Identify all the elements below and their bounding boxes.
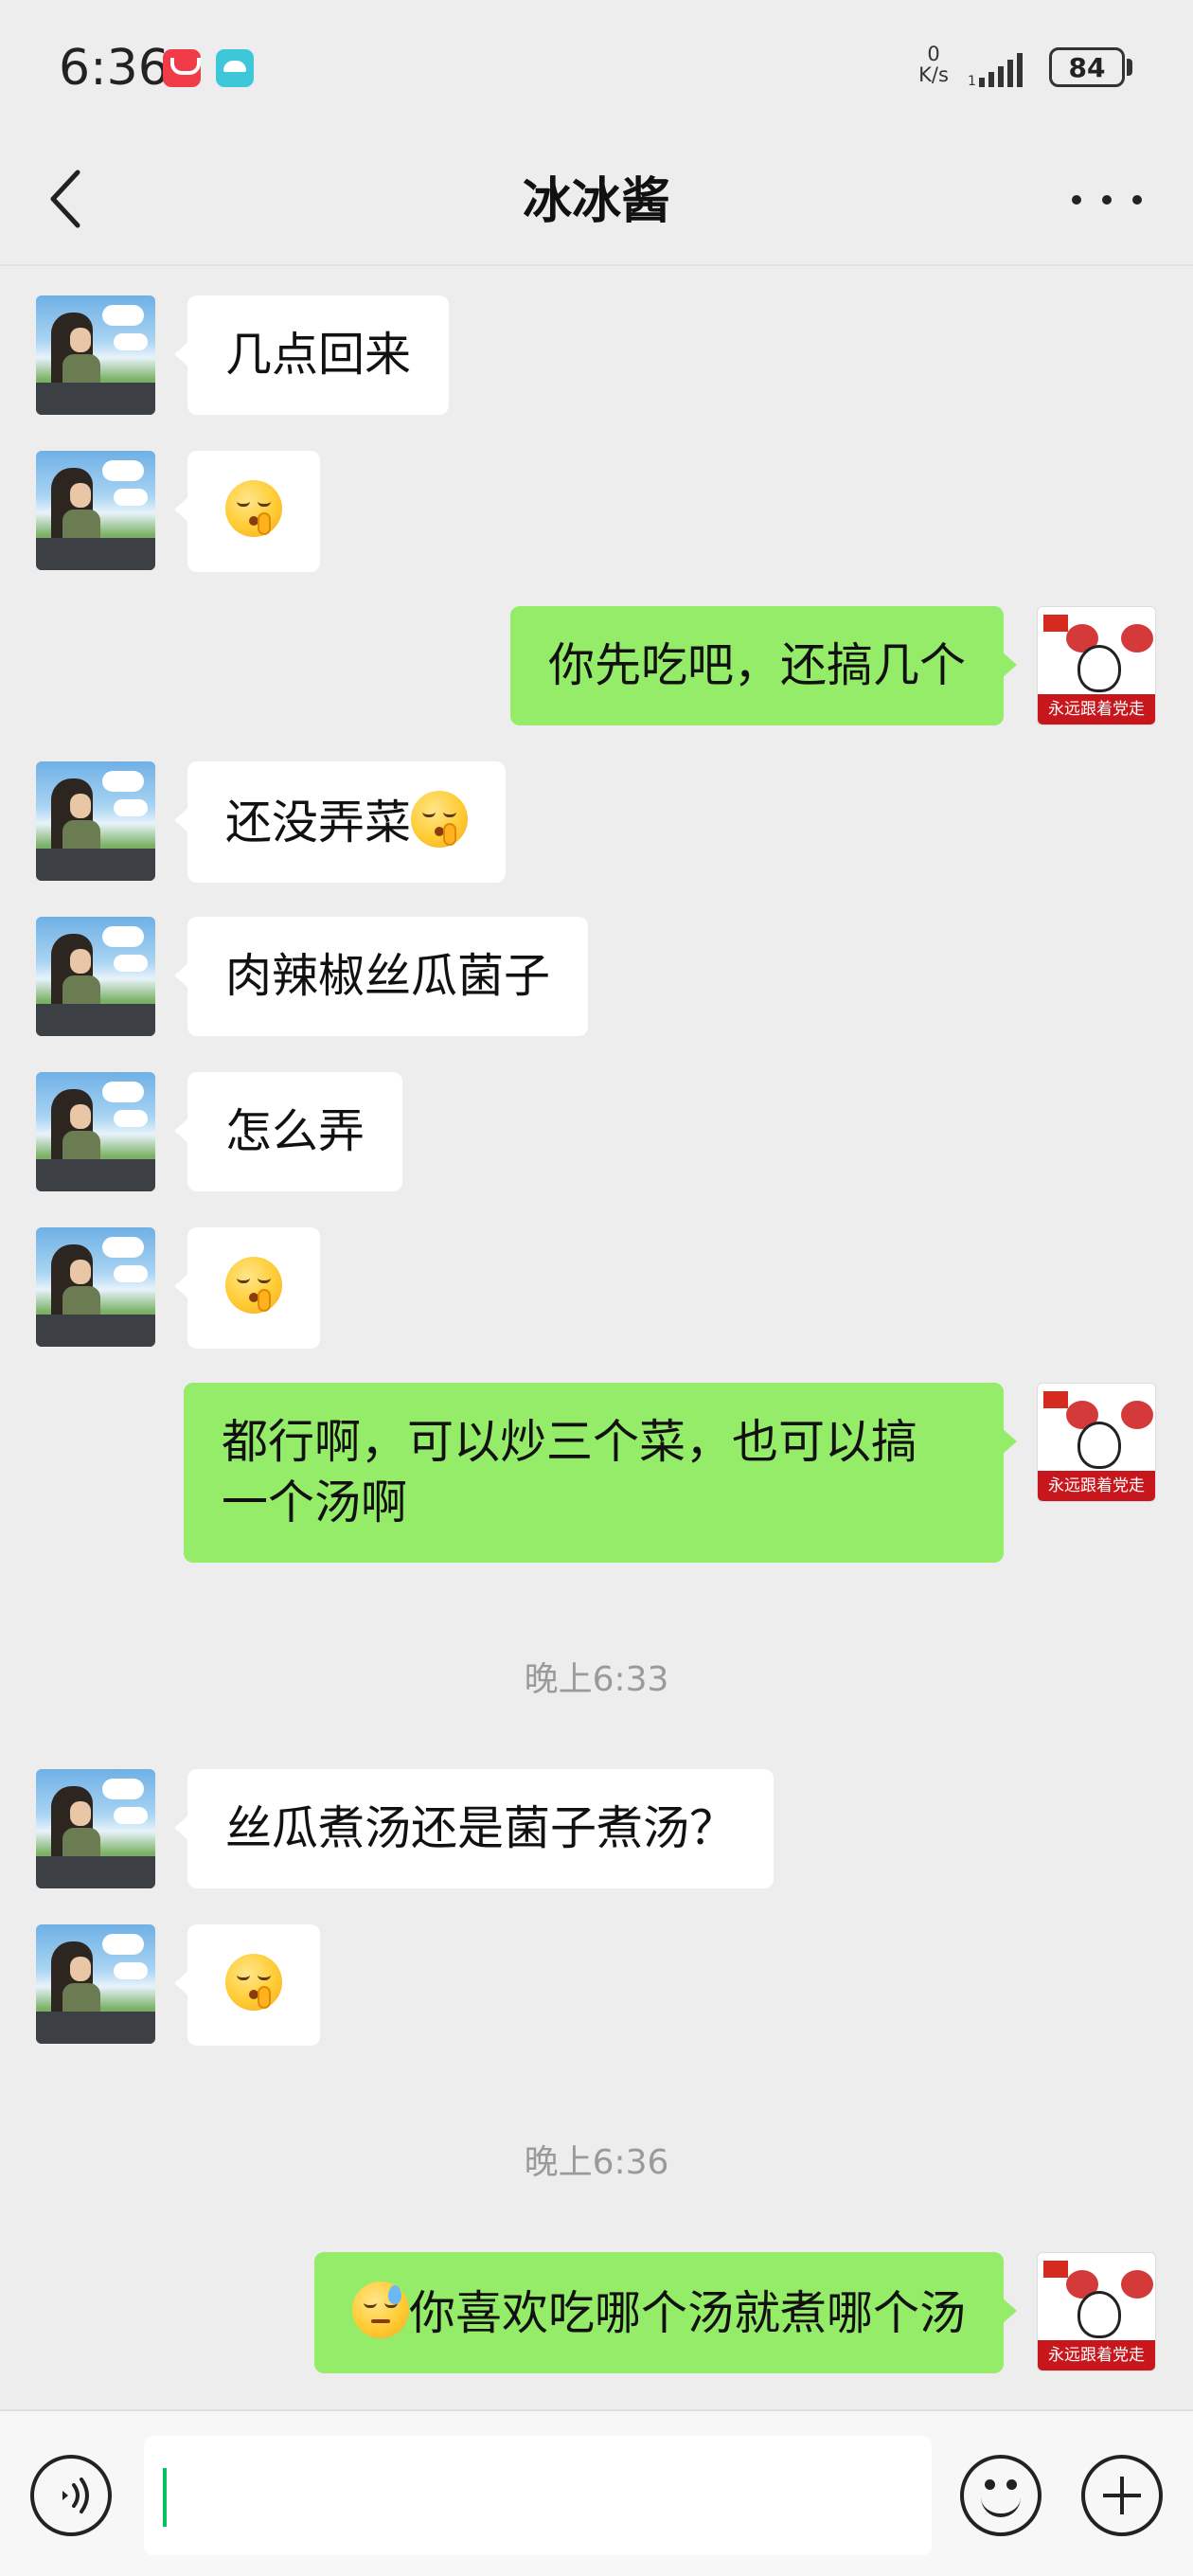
status-bar: 6:36 0 K/s 1 84: [0, 0, 1193, 133]
input-bar: [0, 2409, 1193, 2576]
message-bubble[interactable]: 你先吃吧，还搞几个: [509, 606, 1018, 725]
my-avatar[interactable]: 永远跟着党走: [1037, 2252, 1156, 2371]
message-bubble[interactable]: 几点回来: [173, 295, 450, 415]
message-text: 你喜欢吃哪个汤就煮哪个汤: [408, 2286, 966, 2340]
message-text: 还没弄菜: [225, 796, 412, 850]
message-bubble[interactable]: 都行啊，可以炒三个菜，也可以搞 一个汤啊: [184, 1383, 1017, 1563]
voice-icon[interactable]: [30, 2455, 112, 2536]
contact-avatar[interactable]: [36, 1227, 155, 1347]
contact-avatar[interactable]: [36, 917, 155, 1036]
battery-tip: [1127, 59, 1132, 76]
timestamp: 晚上6:36: [524, 2143, 669, 2182]
message-bubble[interactable]: 丝瓜煮汤还是菌子煮汤？: [173, 1769, 775, 1888]
message-bubble[interactable]: [174, 1924, 320, 2046]
contact-avatar[interactable]: [36, 1769, 155, 1888]
timestamp: 晚上6:33: [524, 1660, 669, 1699]
message-text-line: 一个汤啊: [222, 1476, 408, 1530]
message-bubble[interactable]: [174, 1227, 320, 1349]
battery-icon: 84: [1049, 47, 1125, 87]
chat-header: 冰冰酱: [0, 133, 1193, 265]
more-dots-icon[interactable]: [1066, 180, 1148, 218]
shushing-face-icon: [225, 480, 282, 537]
shushing-face-icon: [225, 1257, 282, 1314]
huawei-appgallery-icon: [163, 49, 201, 87]
battery-level: 84: [1068, 51, 1106, 83]
message-text-line: 都行啊，可以炒三个菜，也可以搞: [222, 1415, 918, 1469]
contact-avatar[interactable]: [36, 295, 155, 415]
header-divider: [0, 264, 1193, 266]
avatar-caption: 永远跟着党走: [1038, 1471, 1155, 1501]
my-avatar[interactable]: 永远跟着党走: [1037, 606, 1156, 725]
signal-icon: 1: [968, 53, 1023, 89]
avatar-caption: 永远跟着党走: [1038, 2340, 1155, 2370]
message-bubble[interactable]: 怎么弄: [173, 1072, 403, 1191]
message-bubble[interactable]: 肉辣椒丝瓜菌子: [173, 917, 589, 1036]
message-bubble[interactable]: 你喜欢吃哪个汤就煮哪个汤: [313, 2252, 1018, 2373]
shushing-face-icon: [411, 791, 469, 848]
contact-avatar[interactable]: [36, 1924, 155, 2044]
text-caret: [163, 2468, 167, 2527]
message-input[interactable]: [144, 2436, 932, 2555]
contact-avatar[interactable]: [36, 761, 155, 881]
net-speed-unit: K/s: [918, 63, 949, 86]
avatar-caption: 永远跟着党走: [1038, 694, 1155, 724]
net-speed-value: 0: [927, 43, 940, 65]
message-bubble[interactable]: [174, 451, 320, 572]
plus-icon[interactable]: [1081, 2455, 1163, 2536]
contact-avatar[interactable]: [36, 451, 155, 570]
downcast-sweat-face-icon: [351, 2281, 409, 2338]
status-time: 6:36: [59, 40, 169, 97]
message-bubble[interactable]: 还没弄菜: [173, 761, 507, 883]
svg-text:1: 1: [968, 74, 976, 89]
net-speed: 0 K/s: [911, 44, 956, 85]
camel-app-icon: [216, 49, 254, 87]
contact-avatar[interactable]: [36, 1072, 155, 1191]
my-avatar[interactable]: 永远跟着党走: [1037, 1383, 1156, 1502]
chat-title[interactable]: 冰冰酱: [0, 161, 1193, 232]
shushing-face-icon: [225, 1954, 282, 2011]
emoji-icon[interactable]: [960, 2455, 1042, 2536]
